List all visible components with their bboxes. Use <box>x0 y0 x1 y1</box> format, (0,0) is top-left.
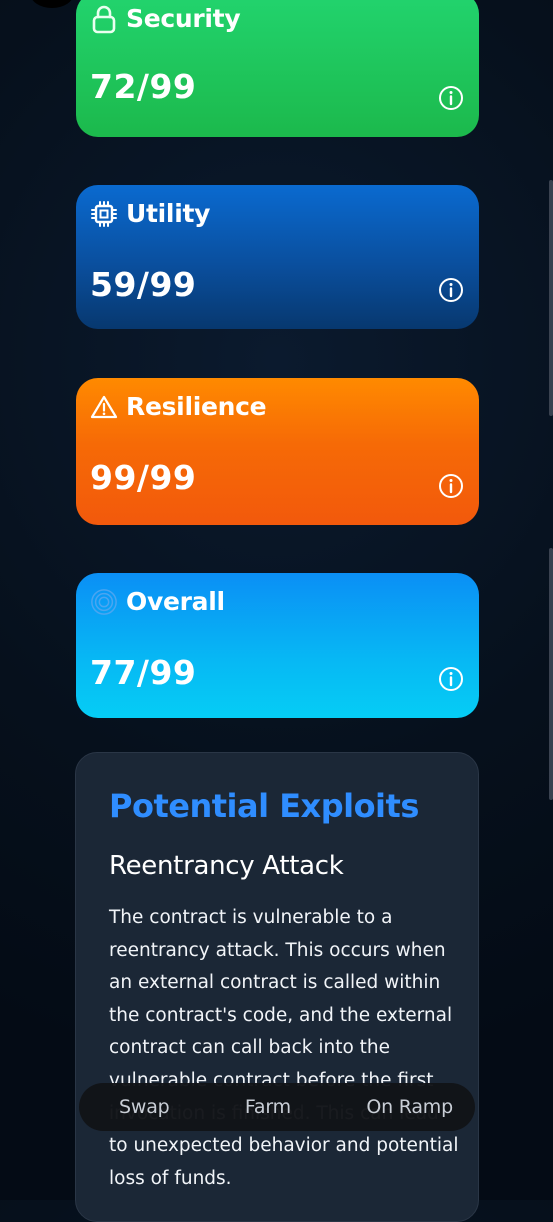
nav-on-ramp[interactable]: On Ramp <box>366 1096 453 1118</box>
security-score-card: Security 72/99 <box>76 0 479 137</box>
lock-icon <box>90 5 118 33</box>
utility-score-card: Utility 59/99 <box>76 185 479 329</box>
card-score: 72/99 <box>90 67 197 106</box>
scrollbar[interactable] <box>549 180 553 416</box>
card-header: Overall <box>90 587 225 616</box>
scrollbar[interactable] <box>549 548 553 800</box>
exploit-name: Reentrancy Attack <box>109 851 344 881</box>
info-icon[interactable] <box>438 666 464 692</box>
overall-score-card: Overall 77/99 <box>76 573 479 718</box>
info-icon[interactable] <box>438 85 464 111</box>
chip-icon <box>90 200 118 228</box>
info-icon[interactable] <box>438 277 464 303</box>
card-title: Security <box>126 4 241 33</box>
bottom-nav: Swap Farm On Ramp <box>79 1083 475 1131</box>
nav-farm[interactable]: Farm <box>245 1096 291 1118</box>
card-title: Overall <box>126 587 225 616</box>
avatar[interactable] <box>30 0 74 8</box>
card-header: Security <box>90 4 241 33</box>
target-icon <box>90 588 118 616</box>
exploit-description: The contract is vulnerable to a reentran… <box>109 907 459 1189</box>
card-header: Resilience <box>90 392 267 421</box>
warning-icon <box>90 393 118 421</box>
nav-swap[interactable]: Swap <box>119 1096 170 1118</box>
info-icon[interactable] <box>438 473 464 499</box>
section-title: Potential Exploits <box>109 787 419 825</box>
card-header: Utility <box>90 199 210 228</box>
card-title: Utility <box>126 199 211 228</box>
resilience-score-card: Resilience 99/99 <box>76 378 479 525</box>
card-score: 59/99 <box>90 265 197 304</box>
card-title: Resilience <box>126 392 267 421</box>
potential-exploits-panel: Potential Exploits Reentrancy Attack The… <box>75 752 479 1222</box>
card-score: 77/99 <box>90 653 197 692</box>
card-score: 99/99 <box>90 458 197 497</box>
